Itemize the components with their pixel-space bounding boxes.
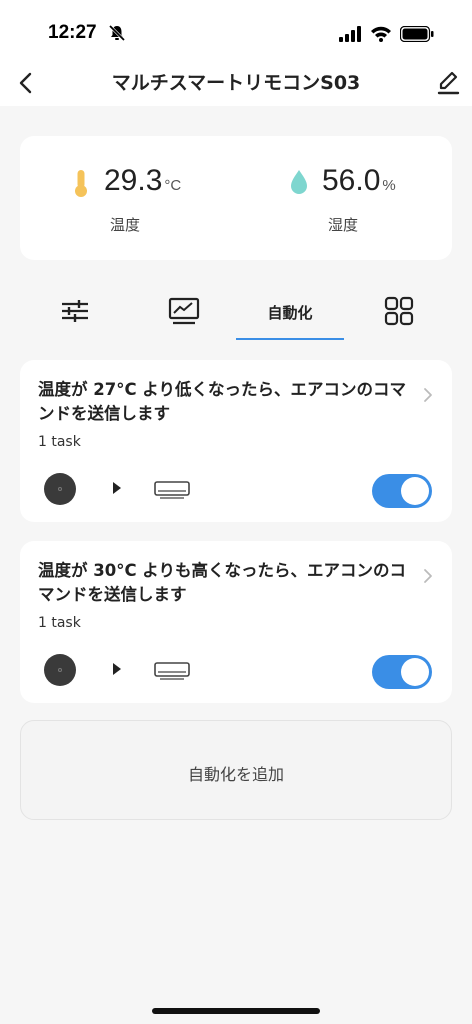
- temperature-readout: 29.3 °C: [104, 164, 181, 198]
- play-icon: [113, 663, 121, 675]
- temperature-unit: °C: [164, 177, 182, 194]
- tab-automation-label: 自動化: [267, 304, 313, 322]
- toggle-knob: [401, 658, 429, 686]
- humidity-value: 56.0: [322, 164, 381, 197]
- automation-title: 温度が 30°C よりも高くなったら、エアコンのコマンドを送信します: [38, 561, 406, 604]
- chevron-right-icon: [424, 569, 432, 583]
- automation-toggle[interactable]: [372, 655, 432, 689]
- humidity-unit: %: [382, 177, 396, 194]
- air-conditioner-icon: [154, 662, 190, 680]
- droplet-icon: [291, 170, 307, 194]
- home-indicator: [152, 1008, 320, 1014]
- temperature-value: 29.3: [104, 164, 163, 197]
- nav-bar: マルチスマートリモコンS03: [0, 64, 472, 106]
- play-icon: [113, 482, 121, 494]
- bell-muted-icon: [108, 24, 126, 42]
- tab-statistics[interactable]: [128, 290, 236, 340]
- automation-card[interactable]: 温度が 27°C より低くなったら、エアコンのコマンドを送信します 1 task: [20, 360, 452, 522]
- remote-device-icon: [44, 473, 76, 505]
- cellular-signal-icon: [339, 26, 361, 42]
- wifi-icon: [371, 26, 391, 42]
- automation-card[interactable]: 温度が 30°C よりも高くなったら、エアコンのコマンドを送信します 1 tas…: [20, 541, 452, 703]
- add-automation-label: 自動化を追加: [187, 765, 284, 784]
- temperature-label: 温度: [110, 216, 141, 234]
- humidity-label: 湿度: [328, 216, 359, 234]
- automation-title: 温度が 27°C より低くなったら、エアコンのコマンドを送信します: [38, 380, 406, 423]
- task-count: 1 task: [38, 615, 81, 631]
- status-time: 12:27: [48, 22, 97, 43]
- page-title: マルチスマートリモコンS03: [111, 72, 361, 94]
- tab-bar: 自動化: [20, 290, 452, 342]
- grid-icon: [384, 296, 414, 326]
- thermometer-icon: [75, 170, 87, 197]
- humidity-readout: 56.0%: [322, 164, 396, 198]
- chart-icon: [168, 297, 200, 325]
- status-bar: 12:27: [0, 0, 472, 64]
- battery-icon: [400, 26, 434, 42]
- tab-more[interactable]: [344, 290, 452, 340]
- task-count: 1 task: [38, 434, 81, 450]
- tab-automation[interactable]: 自動化: [236, 290, 344, 340]
- chevron-right-icon: [424, 388, 432, 402]
- air-conditioner-icon: [154, 481, 190, 499]
- toggle-knob: [401, 477, 429, 505]
- sliders-icon: [62, 300, 88, 322]
- active-tab-indicator: [236, 338, 344, 340]
- add-automation-button[interactable]: 自動化を追加: [20, 720, 452, 820]
- automation-toggle[interactable]: [372, 474, 432, 508]
- tab-settings[interactable]: [20, 290, 128, 340]
- edit-pencil-icon[interactable]: [436, 68, 460, 96]
- remote-device-icon: [44, 654, 76, 686]
- sensor-card: 29.3 °C 温度 56.0% 湿度: [20, 136, 452, 260]
